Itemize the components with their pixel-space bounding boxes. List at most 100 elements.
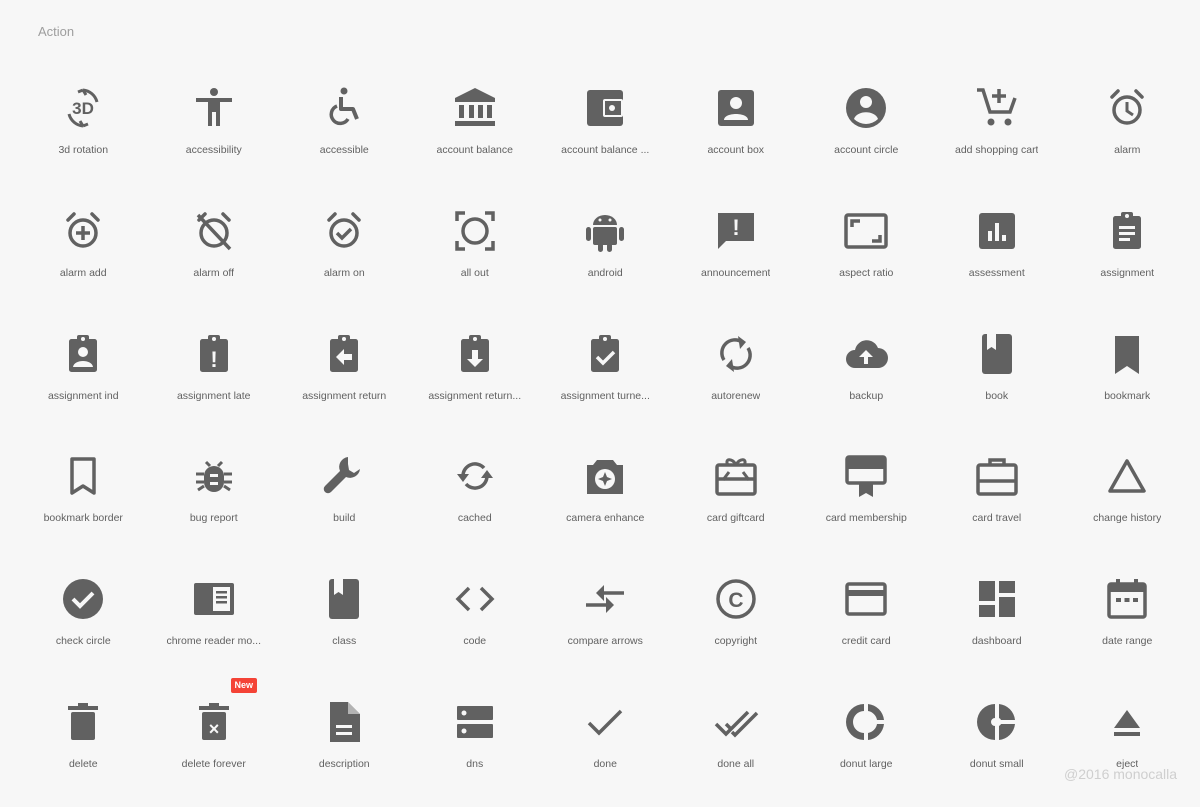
icon-tile-card-travel[interactable]: card travel [932, 438, 1063, 561]
icon-label: done all [717, 757, 755, 770]
icon-tile-3d-rotation[interactable]: 3D 3d rotation [18, 70, 149, 193]
assignment-ind-icon [59, 330, 107, 378]
icon-label: alarm [1114, 144, 1141, 156]
icon-tile-assessment[interactable]: assessment [932, 193, 1063, 316]
icon-tile-alarm-add[interactable]: alarm add [18, 193, 149, 316]
icon-label: class [332, 635, 357, 648]
icon-tile-add-shopping-cart[interactable]: add shopping cart [932, 70, 1063, 193]
alarm-off-icon [190, 207, 238, 255]
icon-tile-bookmark[interactable]: bookmark [1062, 316, 1193, 439]
icon-tile-date-range[interactable]: date range [1062, 561, 1193, 684]
icon-tile-account-circle[interactable]: account circle [801, 70, 932, 193]
icon-tile-alarm-off[interactable]: alarm off [149, 193, 280, 316]
icon-tile-account-balance[interactable]: account balance [410, 70, 541, 193]
icon-tile-dns[interactable]: dns [410, 684, 541, 807]
accessibility-icon [190, 84, 238, 132]
icon-tile-assignment-returned[interactable]: assignment return... [410, 316, 541, 439]
icon-tile-done-all[interactable]: done all [671, 684, 802, 807]
icon-tile-code[interactable]: code [410, 561, 541, 684]
icon-tile-class[interactable]: class [279, 561, 410, 684]
code-icon [451, 575, 499, 623]
icon-tile-bug-report[interactable]: bug report [149, 438, 280, 561]
icon-tile-delete-forever[interactable]: × delete forever New [149, 677, 280, 807]
icon-label: donut small [969, 757, 1024, 770]
icon-tile-alarm[interactable]: alarm [1062, 70, 1193, 193]
icon-tile-android[interactable]: android [540, 193, 671, 316]
icon-tile-credit-card[interactable]: credit card [801, 561, 932, 684]
icon-tile-aspect-ratio[interactable]: aspect ratio [801, 193, 932, 316]
credit-card-icon [842, 575, 890, 623]
icon-tile-check-circle[interactable]: check circle [18, 561, 149, 684]
icon-tile-change-history[interactable]: change history [1062, 438, 1193, 561]
copyright-icon: C [712, 575, 760, 623]
icon-label: card travel [972, 512, 1022, 525]
icon-tile-chrome-reader-mode[interactable]: chrome reader mo... [149, 561, 280, 684]
icon-tile-announcement[interactable]: ! announcement [671, 193, 802, 316]
icon-tile-assignment-turned-in[interactable]: assignment turne... [540, 316, 671, 439]
account-circle-icon [842, 84, 890, 132]
alarm-on-icon [320, 207, 368, 255]
aspect-ratio-icon [842, 207, 890, 255]
icon-tile-book[interactable]: book [932, 316, 1063, 439]
icon-tile-card-giftcard[interactable]: card giftcard [671, 438, 802, 561]
icon-tile-backup[interactable]: backup [801, 316, 932, 439]
icon-grid: 3D 3d rotation accessibility accessible acco… [18, 70, 1193, 807]
accessible-icon [320, 84, 368, 132]
icon-label: account circle [834, 144, 899, 156]
svg-text:3D: 3D [72, 99, 94, 118]
icon-label: alarm add [59, 266, 107, 279]
eject-icon [1103, 698, 1151, 746]
icon-tile-build[interactable]: build [279, 438, 410, 561]
icon-tile-autorenew[interactable]: autorenew [671, 316, 802, 439]
assignment-turned-in-icon [581, 330, 629, 378]
icon-tile-all-out[interactable]: all out [410, 193, 541, 316]
bookmark-icon [1103, 330, 1151, 378]
icon-label: alarm on [323, 266, 365, 279]
icon-label: alarm off [193, 266, 235, 279]
icon-tile-assignment-late[interactable]: ! assignment late [149, 316, 280, 439]
done-icon [581, 698, 629, 746]
icon-tile-assignment-return[interactable]: assignment return [279, 316, 410, 439]
icon-label: android [587, 266, 623, 279]
svg-text:×: × [208, 719, 219, 739]
icon-tile-cached[interactable]: cached [410, 438, 541, 561]
icon-tile-assignment[interactable]: assignment [1062, 193, 1193, 316]
icon-label: account balance [436, 144, 513, 156]
assignment-return-icon [320, 330, 368, 378]
icon-tile-account-balance-wallet[interactable]: account balance ... [540, 70, 671, 193]
icon-tile-description[interactable]: description [279, 684, 410, 807]
icon-tile-done[interactable]: done [540, 684, 671, 807]
icon-tile-donut-small[interactable]: donut small [932, 684, 1063, 807]
icon-tile-camera-enhance[interactable]: camera enhance [540, 438, 671, 561]
bug-report-icon [190, 452, 238, 500]
icon-tile-dashboard[interactable]: dashboard [932, 561, 1063, 684]
icon-tile-eject[interactable]: eject [1062, 684, 1193, 807]
dns-icon [451, 698, 499, 746]
donut-small-icon [973, 698, 1021, 746]
icon-label: account box [707, 144, 765, 156]
icon-tile-donut-large[interactable]: donut large [801, 684, 932, 807]
assignment-returned-icon [451, 330, 499, 378]
delete-forever-icon: × [190, 698, 238, 746]
description-icon [320, 698, 368, 746]
icon-tile-bookmark-border[interactable]: bookmark border [18, 438, 149, 561]
icon-tile-delete[interactable]: delete [18, 684, 149, 807]
icon-tile-assignment-ind[interactable]: assignment ind [18, 316, 149, 439]
icon-tile-compare-arrows[interactable]: compare arrows [540, 561, 671, 684]
class-icon [320, 575, 368, 623]
icon-tile-accessibility[interactable]: accessibility [149, 70, 280, 193]
icon-label: check circle [55, 635, 111, 648]
book-icon [973, 330, 1021, 378]
icon-tile-account-box[interactable]: account box [671, 70, 802, 193]
icon-tile-alarm-on[interactable]: alarm on [279, 193, 410, 316]
section-title: Action [38, 24, 75, 39]
icon-tile-accessible[interactable]: accessible [279, 70, 410, 193]
icon-label: book [985, 389, 1009, 402]
icon-tile-card-membership[interactable]: card membership [801, 438, 932, 561]
icon-tile-copyright[interactable]: Ccopyright [671, 561, 802, 684]
icon-label: announcement [701, 266, 771, 279]
icon-label: assignment [1100, 266, 1155, 279]
icon-label: change history [1093, 512, 1162, 525]
icon-label: dashboard [971, 635, 1022, 648]
assignment-late-icon: ! [190, 330, 238, 378]
